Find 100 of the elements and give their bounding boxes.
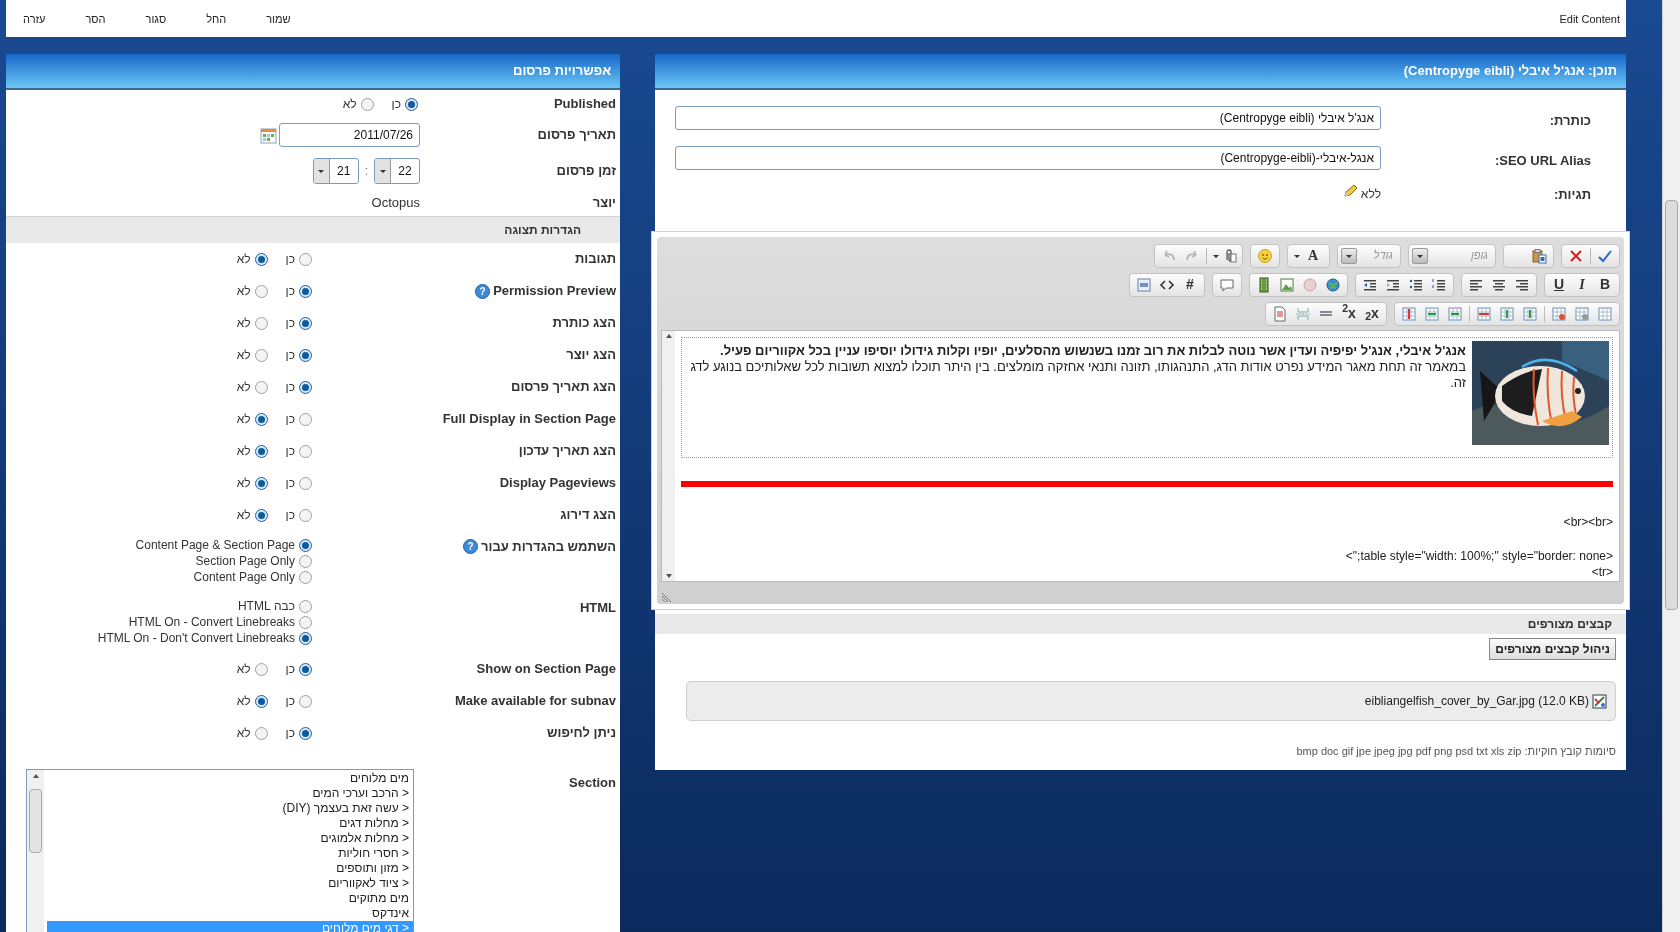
table-settings-icon[interactable]: [1574, 305, 1590, 322]
pencil-icon[interactable]: [1341, 183, 1358, 199]
list-item[interactable]: < הרכב וערכי המים: [47, 786, 413, 801]
editor-content[interactable]: [661, 330, 1620, 582]
radio-button[interactable]: [254, 316, 268, 330]
caret-icon[interactable]: [1212, 252, 1220, 259]
radio-button[interactable]: [299, 284, 312, 298]
radio-button[interactable]: [254, 348, 268, 362]
list-scrollbar[interactable]: [27, 770, 44, 932]
radio-button[interactable]: [299, 694, 312, 708]
radio-button[interactable]: [254, 252, 268, 266]
manage-files-button[interactable]: ניהול קבצים מצורפים: [1489, 638, 1616, 660]
radio-button[interactable]: [254, 284, 268, 298]
radio-button[interactable]: [254, 662, 268, 676]
caret-icon[interactable]: [378, 168, 387, 174]
radio-button[interactable]: [299, 570, 312, 584]
menu-item[interactable]: סגור: [145, 11, 167, 28]
menu-item[interactable]: שמור: [266, 11, 291, 28]
cross-icon[interactable]: [1568, 247, 1584, 264]
list-item[interactable]: אינדקס: [47, 906, 413, 921]
underline-button[interactable]: U: [1548, 274, 1570, 295]
caret-icon[interactable]: [1293, 252, 1301, 259]
section-list[interactable]: מים מלוחים < הרכב וערכי המים < עשה זאת בעצמך (DIY) < מחלות דגים < מחלות אלמוגים < חסרי חוליות < מזון ותוספים < ציוד לאקווריום מים מתוקים אינדקס < דגי מים מלוחים: [26, 769, 414, 932]
resize-grip-icon[interactable]: [661, 590, 673, 602]
radio-button[interactable]: [254, 380, 268, 394]
image-icon[interactable]: [1279, 276, 1295, 293]
film-icon[interactable]: [1256, 276, 1272, 293]
caret-icon[interactable]: [1345, 252, 1353, 259]
arrow-up-icon[interactable]: [31, 773, 40, 779]
list-item[interactable]: < מחלות דגים: [47, 816, 413, 831]
list-item[interactable]: < מחלות אלמוגים: [47, 831, 413, 846]
radio-button[interactable]: [254, 726, 268, 740]
menu-item[interactable]: החל: [206, 11, 227, 28]
caret-icon[interactable]: [317, 168, 326, 174]
time-select[interactable]: 22: [374, 158, 420, 184]
radio-button[interactable]: [299, 599, 312, 613]
smiley-icon[interactable]: [1257, 247, 1273, 264]
radio-button[interactable]: [299, 726, 312, 740]
radio-button[interactable]: [254, 508, 268, 522]
radio-button[interactable]: [299, 476, 312, 490]
help-icon[interactable]: ?: [475, 283, 491, 299]
caret-icon[interactable]: [1416, 252, 1424, 259]
table-delete-icon[interactable]: [1551, 305, 1567, 322]
help-icon[interactable]: ?: [463, 539, 478, 555]
radio-button[interactable]: [299, 615, 312, 629]
insert-column-icon[interactable]: [1447, 305, 1463, 322]
list-item[interactable]: < עשה זאת בעצמך (DIY): [47, 801, 413, 816]
delete-row-icon[interactable]: [1476, 305, 1492, 322]
radio-button[interactable]: [254, 476, 268, 490]
italic-button[interactable]: I: [1571, 274, 1593, 295]
anchor-button[interactable]: #: [1179, 274, 1201, 295]
bold-button[interactable]: B: [1594, 274, 1616, 295]
subscript-button[interactable]: x$_{2}$: [1361, 303, 1383, 324]
numbered-list-icon[interactable]: [1431, 276, 1447, 293]
text-field[interactable]: אנג'ל איבלי (Centropyge eibli): [675, 106, 1381, 130]
image-file-icon[interactable]: [1592, 693, 1607, 709]
radio-button[interactable]: [254, 412, 268, 426]
list-item[interactable]: < ציוד לאקווריום: [47, 876, 413, 891]
file-name[interactable]: eibliangelfish_cover_by_Gar.jpg (12.0 KB): [1364, 692, 1589, 710]
document-icon[interactable]: [1136, 276, 1152, 293]
radio-button[interactable]: [299, 444, 312, 458]
radio-button[interactable]: [299, 508, 312, 522]
menu-item[interactable]: עזרה: [23, 11, 46, 28]
editor-scrollbar[interactable]: [662, 331, 675, 581]
radio-button[interactable]: [299, 662, 312, 676]
text-field[interactable]: אנגל-איבלי-(Centropyge-eibli): [675, 146, 1381, 170]
list-item[interactable]: מים מתוקים: [47, 891, 413, 906]
page-scrollbar[interactable]: [1662, 0, 1680, 932]
radio-button[interactable]: [405, 97, 418, 111]
date-field[interactable]: 2011/07/26: [279, 123, 420, 147]
radio-button[interactable]: [299, 554, 312, 568]
radio-button[interactable]: [299, 538, 312, 552]
list-item[interactable]: מים מלוחים: [47, 771, 413, 786]
page-icon[interactable]: [1272, 305, 1288, 322]
arrow-down-icon[interactable]: [664, 573, 673, 579]
radio-button[interactable]: [254, 694, 268, 708]
insert-column-icon[interactable]: [1424, 305, 1440, 322]
superscript-button[interactable]: x$^{2}$: [1338, 303, 1360, 324]
menu-item[interactable]: הסר: [85, 11, 106, 28]
speech-bubble-icon[interactable]: [1219, 276, 1235, 293]
radio-button[interactable]: [299, 380, 312, 394]
radio-button[interactable]: [299, 631, 312, 645]
scrollbar-thumb[interactable]: [1665, 200, 1678, 610]
radio-button[interactable]: [299, 252, 312, 266]
calendar-icon[interactable]: [260, 126, 277, 144]
radio-button[interactable]: [360, 97, 374, 111]
radio-button[interactable]: [299, 316, 312, 330]
list-item[interactable]: < מזון ותוספים: [47, 861, 413, 876]
list-item[interactable]: < חסרי חוליות: [47, 846, 413, 861]
radio-button[interactable]: [299, 348, 312, 362]
scrollbar-thumb[interactable]: [29, 789, 42, 853]
clipboard-icon[interactable]: [1531, 247, 1547, 264]
time-select[interactable]: 21: [312, 158, 359, 184]
radio-button[interactable]: [299, 412, 312, 426]
font-color-button[interactable]: A: [1302, 245, 1324, 266]
radio-button[interactable]: [254, 444, 268, 458]
delete-column-icon[interactable]: [1401, 305, 1417, 322]
globe-icon[interactable]: [1325, 276, 1341, 293]
insert-row-icon[interactable]: [1522, 305, 1538, 322]
insert-row-icon[interactable]: [1499, 305, 1515, 322]
